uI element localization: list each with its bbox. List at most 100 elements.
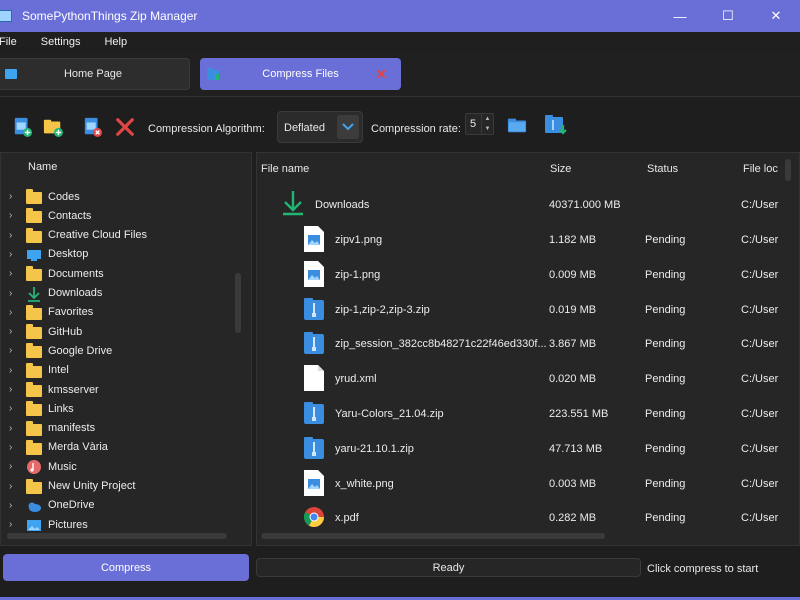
col-file-location[interactable]: File loc [743, 163, 778, 175]
table-horizontal-scrollbar[interactable] [261, 533, 605, 539]
chevron-right-icon[interactable]: › [9, 191, 12, 202]
chevron-right-icon[interactable]: › [9, 442, 12, 453]
table-row[interactable]: yrud.xml 0.020 MB Pending C:/User [257, 361, 787, 396]
tab-compress-files[interactable]: Compress Files ✕ [200, 58, 401, 90]
tree-item-label: Codes [48, 190, 80, 203]
tree-item[interactable]: › kmsserver [1, 380, 233, 399]
file-status: Pending [645, 373, 686, 386]
table-row[interactable]: Yaru-Colors_21.04.zip 223.551 MB Pending C:… [257, 396, 787, 431]
chevron-right-icon[interactable]: › [9, 210, 12, 221]
tree-item[interactable]: › GitHub [1, 322, 233, 341]
file-location: C:/User [741, 234, 779, 246]
table-vertical-scrollbar[interactable] [785, 159, 791, 181]
add-folder-icon[interactable] [42, 117, 64, 137]
file-location: C:/User [741, 408, 779, 420]
folder-icon [26, 304, 42, 320]
compression-rate-spinbox[interactable]: 5 ▲ ▼ [465, 113, 494, 135]
chevron-right-icon[interactable]: › [9, 500, 12, 511]
file-table[interactable]: File name Size Status File loc Downloads… [256, 152, 800, 546]
file-location: C:/User [741, 512, 779, 525]
table-row[interactable]: zip-1,zip-2,zip-3.zip 0.019 MB Pending C:/U… [257, 292, 787, 327]
compression-algorithm-value: Deflated [284, 122, 325, 134]
chevron-right-icon[interactable]: › [9, 384, 12, 395]
chevron-right-icon[interactable]: › [9, 249, 12, 260]
chevron-right-icon[interactable]: › [9, 403, 12, 414]
clear-all-icon[interactable] [114, 117, 136, 137]
tree-vertical-scrollbar[interactable] [235, 273, 241, 333]
table-row[interactable]: yaru-21.10.1.zip 47.713 MB Pending C:/User [257, 431, 787, 466]
tree-item[interactable]: › Music [1, 457, 233, 476]
menu-settings[interactable]: Settings [41, 36, 81, 48]
table-row[interactable]: x_white.png 0.003 MB Pending C:/User [257, 466, 787, 501]
compression-rate-value: 5 [470, 118, 477, 130]
file-status: Pending [645, 512, 686, 525]
tree-item[interactable]: › Google Drive [1, 341, 233, 360]
menu-help[interactable]: Help [104, 36, 127, 48]
chevron-right-icon[interactable]: › [9, 345, 12, 356]
chevron-right-icon[interactable]: › [9, 481, 12, 492]
tree-item[interactable]: › Codes [1, 187, 233, 206]
chevron-right-icon[interactable]: › [9, 288, 12, 299]
compress-button[interactable]: Compress [3, 554, 249, 581]
dropdown-button[interactable] [337, 115, 359, 139]
tree-item-label: Contacts [48, 209, 92, 222]
chevron-right-icon[interactable]: › [9, 519, 12, 530]
file-status: Pending [645, 442, 686, 455]
chevron-right-icon[interactable]: › [9, 230, 12, 241]
spin-arrows[interactable]: ▲ ▼ [481, 114, 493, 134]
compress-zip-icon[interactable] [544, 113, 568, 137]
window-title: SomePythonThings Zip Manager [22, 9, 198, 23]
tree-item[interactable]: › Downloads [1, 284, 233, 303]
tree-item[interactable]: › Merda Vària [1, 438, 233, 457]
chevron-right-icon[interactable]: › [9, 461, 12, 472]
table-row-root[interactable]: Downloads 40371.000 MB C:/User [257, 187, 787, 222]
tab-home-page[interactable]: Home Page [0, 58, 190, 90]
tree-horizontal-scrollbar[interactable] [7, 533, 227, 539]
table-row[interactable]: x.pdf 0.282 MB Pending C:/User [257, 500, 787, 535]
folder-icon [26, 343, 42, 359]
compression-algorithm-select[interactable]: Deflated [277, 111, 363, 143]
tree-item[interactable]: › New Unity Project [1, 477, 233, 496]
add-file-icon[interactable] [12, 117, 34, 137]
file-location: C:/User [741, 338, 779, 351]
root-folder-name: Downloads [315, 199, 370, 211]
file-location: C:/User [741, 442, 779, 455]
zip-file-icon [304, 402, 324, 424]
folder-tree[interactable]: Name › Codes › Contacts › Creative Cloud File… [0, 152, 252, 546]
tree-item[interactable]: › manifests [1, 419, 233, 438]
tree-item[interactable]: › Creative Cloud Files [1, 226, 233, 245]
close-window-button[interactable]: ✕ [752, 0, 800, 32]
open-folder-icon[interactable] [506, 115, 528, 135]
menu-file[interactable]: File [0, 36, 17, 48]
chevron-right-icon[interactable]: › [9, 365, 12, 376]
compression-rate-label: Compression rate: [371, 123, 461, 135]
chevron-right-icon[interactable]: › [9, 326, 12, 337]
minimize-button[interactable]: — [656, 0, 704, 32]
chevron-right-icon[interactable]: › [9, 423, 12, 434]
table-row[interactable]: zip-1.png 0.009 MB Pending C:/User [257, 257, 787, 292]
tree-item[interactable]: › Links [1, 399, 233, 418]
table-row[interactable]: zipv1.png 1.182 MB Pending C:/User [257, 222, 787, 257]
tree-item-label: Intel [48, 364, 69, 377]
col-size[interactable]: Size [550, 163, 571, 175]
chevron-right-icon[interactable]: › [9, 307, 12, 318]
tree-item[interactable]: › Contacts [1, 206, 233, 225]
file-name: zip-1,zip-2,zip-3.zip [335, 303, 430, 316]
tree-item-label: OneDrive [48, 499, 95, 512]
tree-item[interactable]: › Intel [1, 361, 233, 380]
col-status[interactable]: Status [647, 163, 678, 175]
tree-item[interactable]: › Pictures [1, 515, 233, 534]
folder-icon [26, 420, 42, 436]
tree-item[interactable]: › Favorites [1, 303, 233, 322]
remove-file-icon[interactable] [82, 117, 104, 137]
close-tab-icon[interactable]: ✕ [375, 66, 387, 83]
tree-item[interactable]: › Documents [1, 264, 233, 283]
col-file-name[interactable]: File name [261, 163, 309, 175]
file-location: C:/User [741, 303, 779, 316]
window-controls: — ☐ ✕ [656, 0, 800, 32]
maximize-button[interactable]: ☐ [704, 0, 752, 32]
table-row[interactable]: zip_session_382cc8b48271c22f46ed330f... 3… [257, 326, 787, 361]
tree-item[interactable]: › Desktop [1, 245, 233, 264]
chevron-right-icon[interactable]: › [9, 268, 12, 279]
tree-item[interactable]: › OneDrive [1, 496, 233, 515]
